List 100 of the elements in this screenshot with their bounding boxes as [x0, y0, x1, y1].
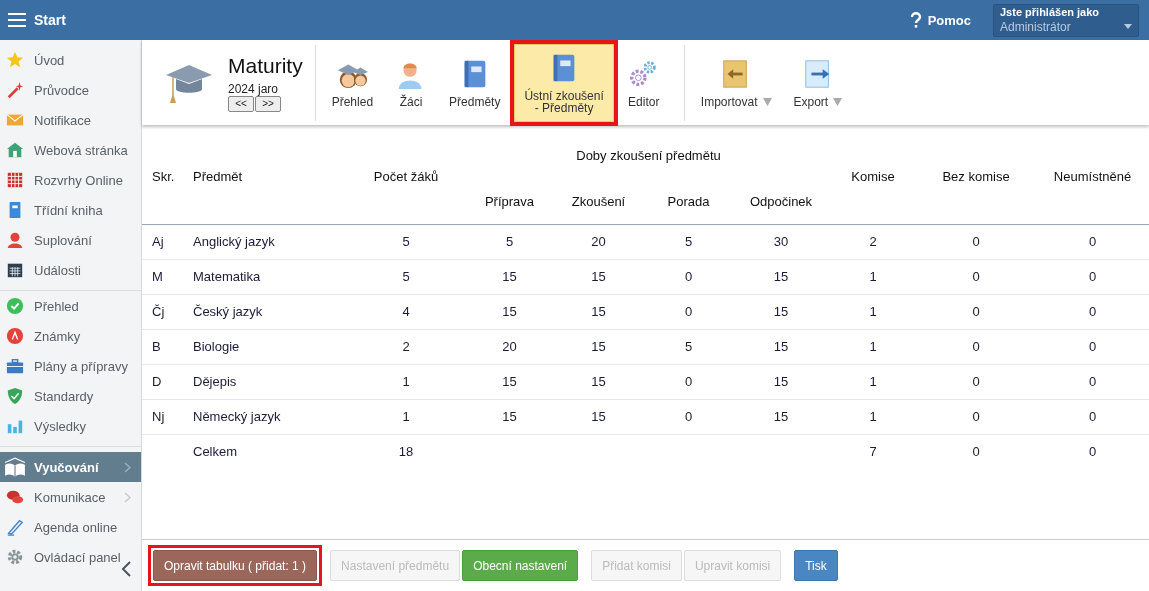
table-cell: 15 — [467, 364, 552, 399]
caret-icon — [833, 97, 843, 106]
table-cell: 0 — [645, 399, 732, 434]
table-cell: 5 — [467, 224, 552, 259]
table-cell: 5 — [345, 259, 467, 294]
toolbar-button[interactable]: Předměty — [441, 44, 509, 121]
table-cell: Čj — [142, 294, 183, 329]
table-cell: M — [142, 259, 183, 294]
nav-button[interactable]: << — [228, 95, 254, 112]
table-cell: 0 — [916, 294, 1037, 329]
chevron-right-icon — [124, 491, 131, 503]
table-cell: 0 — [645, 259, 732, 294]
action-button[interactable]: Opravit tabulku ( přidat: 1 ) — [153, 550, 318, 581]
table-cell: 20 — [552, 224, 645, 259]
sidebar-item[interactable]: Standardy — [0, 381, 141, 411]
table-cell: 1 — [830, 399, 917, 434]
sidebar-item[interactable]: Známky — [0, 321, 141, 351]
table-cell: 2 — [830, 224, 917, 259]
table-cell: 0 — [916, 224, 1037, 259]
table-cell: 18 — [345, 434, 467, 469]
user-name: Administrátor — [1000, 20, 1072, 34]
user-menu[interactable]: Jste přihlášen jako Administrátor — [993, 3, 1139, 37]
table-cell: 0 — [645, 364, 732, 399]
calendar-icon — [6, 261, 24, 279]
toolbar-button[interactable]: Importovat — [692, 44, 780, 121]
toolbar-button[interactable]: Editor — [619, 44, 668, 121]
sidebar-item[interactable]: Ovládací panel — [0, 542, 141, 572]
caret-icon — [1124, 23, 1132, 29]
table-cell: 5 — [645, 329, 732, 364]
toolbar-button[interactable]: Žáci — [387, 44, 436, 121]
magic-wand-icon — [6, 81, 24, 99]
sidebar-item[interactable]: Vyučování — [0, 452, 141, 482]
table-cell: 4 — [345, 294, 467, 329]
nav-button[interactable]: >> — [255, 95, 281, 112]
table-cell: 15 — [467, 399, 552, 434]
toolbar-button[interactable]: Přehled — [323, 44, 382, 121]
table-cell: 1 — [830, 294, 917, 329]
sidebar-item[interactable]: Třídní kniha — [0, 195, 141, 225]
column-header: Skr. — [142, 130, 183, 224]
table-cell: 0 — [916, 364, 1037, 399]
caret-icon — [762, 97, 772, 106]
briefcase-icon — [6, 357, 24, 375]
column-header: Porada — [645, 180, 732, 224]
table-cell: D — [142, 364, 183, 399]
table-cell: 0 — [1036, 399, 1149, 434]
chat-icon — [6, 488, 24, 506]
sidebar-item[interactable]: Události — [0, 255, 141, 285]
action-button[interactable]: Tisk — [794, 550, 838, 581]
table-cell: 0 — [1036, 259, 1149, 294]
table-cell: 15 — [552, 364, 645, 399]
sidebar-item[interactable]: Komunikace — [0, 482, 141, 512]
column-header: Předmět — [183, 130, 345, 224]
sidebar-item[interactable]: Výsledky — [0, 411, 141, 441]
sidebar-item[interactable]: Suplování — [0, 225, 141, 255]
toolbar-button[interactable]: Export — [785, 44, 851, 121]
table-cell: 15 — [732, 294, 831, 329]
table-cell: Nj — [142, 399, 183, 434]
sidebar-item[interactable]: Notifikace — [0, 105, 141, 135]
column-header: Komise — [830, 130, 917, 224]
help-icon[interactable] — [909, 12, 922, 28]
table-cell: 7 — [830, 434, 917, 469]
help-link[interactable]: Pomoc — [927, 12, 971, 28]
person-icon — [6, 231, 24, 249]
table-cell: 1 — [830, 259, 917, 294]
table-cell: Celkem — [183, 434, 345, 469]
table-cell: 0 — [1036, 434, 1149, 469]
table-cell: 0 — [916, 434, 1037, 469]
table-cell: 1 — [830, 329, 917, 364]
sidebar-item[interactable]: Úvod — [0, 45, 141, 75]
table-cell: Matematika — [183, 259, 345, 294]
table-cell: 0 — [1036, 224, 1149, 259]
table-cell: 1 — [345, 364, 467, 399]
open-book-icon — [2, 456, 28, 478]
sidebar-item[interactable]: Rozvrhy Online — [0, 165, 141, 195]
table-cell: 15 — [732, 364, 831, 399]
sidebar-item[interactable]: Přehled — [0, 291, 141, 321]
grade-icon — [6, 327, 24, 345]
period-label: 2024 jaro — [228, 81, 280, 96]
column-header: Příprava — [467, 180, 552, 224]
sidebar-item[interactable]: Průvodce — [0, 75, 141, 105]
module-title: Maturity — [228, 53, 303, 78]
collapse-icon[interactable] — [121, 561, 131, 577]
pen-icon — [6, 518, 24, 536]
sidebar-item[interactable]: Agenda online — [0, 512, 141, 542]
sidebar-item[interactable]: Webová stránka — [0, 135, 141, 165]
table-cell: 0 — [645, 294, 732, 329]
table-cell: 0 — [916, 259, 1037, 294]
table-cell: 15 — [732, 399, 831, 434]
table-cell: 0 — [1036, 294, 1149, 329]
column-header: Zkoušení — [552, 180, 645, 224]
table-cell: 0 — [916, 399, 1037, 434]
checkmark-icon — [6, 297, 24, 315]
menu-icon[interactable] — [8, 12, 26, 28]
table-cell: 2 — [345, 329, 467, 364]
timetable-icon — [6, 171, 24, 189]
chevron-right-icon — [124, 461, 131, 473]
sidebar-item[interactable]: Plány a přípravy — [0, 351, 141, 381]
house-icon — [6, 141, 24, 159]
column-group-header: Doby zkoušení předmětu — [575, 146, 722, 165]
table-cell: Dějepis — [183, 364, 345, 399]
